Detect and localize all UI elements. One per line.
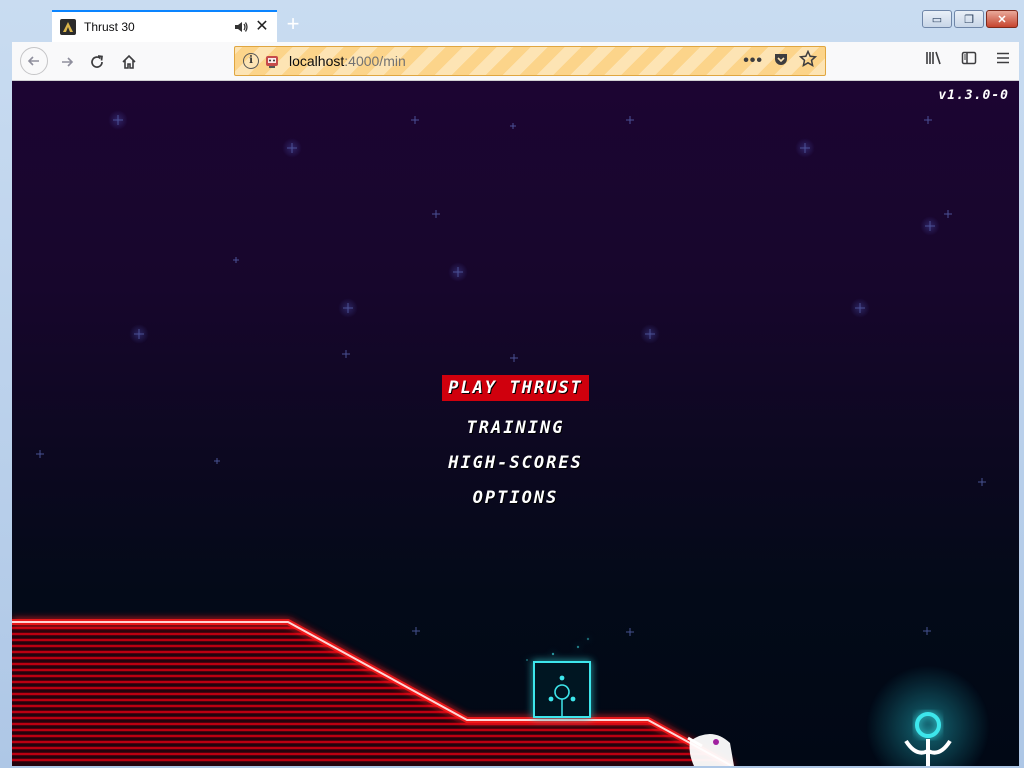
star — [338, 298, 358, 318]
star — [626, 116, 634, 124]
restore-button[interactable]: ❐ — [954, 10, 984, 28]
back-icon[interactable] — [20, 47, 48, 75]
star — [510, 354, 518, 362]
close-window-button[interactable]: ✕ — [986, 10, 1018, 28]
star — [850, 298, 870, 318]
url-bar[interactable]: i localhost :4000/min ••• — [234, 46, 826, 76]
tab-close-icon[interactable]: ✕ — [255, 19, 269, 35]
url-path: :4000/min — [344, 53, 406, 69]
menu-item-training[interactable]: TRAINING — [467, 410, 565, 445]
star — [944, 210, 952, 218]
pod-pedestal — [526, 637, 591, 718]
version-label: v1.3.0-0 — [938, 88, 1009, 103]
main-menu: PLAY THRUST TRAINING HIGH-SCORES OPTIONS — [12, 373, 1019, 515]
sidebar-icon[interactable] — [961, 50, 977, 71]
reload-icon[interactable] — [84, 49, 110, 75]
star — [626, 628, 634, 636]
star — [233, 257, 239, 263]
window-controls: ▭ ❐ ✕ — [922, 10, 1018, 28]
star — [432, 210, 440, 218]
terrain — [12, 619, 734, 766]
navigation-bar: i localhost :4000/min ••• — [12, 42, 1019, 81]
game-canvas[interactable]: v1.3.0-0 PLAY THRUST TRAINING HIGH-SCORE… — [12, 81, 1019, 766]
star — [923, 627, 931, 635]
star — [411, 116, 419, 124]
info-icon[interactable]: i — [243, 53, 259, 69]
star — [448, 262, 468, 282]
star — [282, 138, 302, 158]
library-icon[interactable] — [925, 50, 943, 71]
star — [795, 138, 815, 158]
gun-turret — [687, 733, 734, 766]
star — [640, 324, 660, 344]
browser-window: Thrust 30 ✕ + ▭ ❐ ✕ i localhost:4000/mi… — [0, 0, 1024, 768]
new-tab-button[interactable]: + — [283, 13, 303, 35]
remote-control-robot-icon[interactable] — [263, 53, 281, 69]
minimize-button[interactable]: ▭ — [922, 10, 952, 28]
menu-item-options[interactable]: OPTIONS — [473, 480, 559, 515]
bookmark-star-icon[interactable] — [798, 49, 818, 73]
thrust-favicon-icon — [60, 19, 76, 35]
menu-icon[interactable] — [995, 50, 1011, 71]
tab-title: Thrust 30 — [84, 20, 135, 34]
menu-item-play-thrust[interactable]: PLAY THRUST — [442, 375, 589, 401]
star — [412, 627, 420, 635]
url-host: localhost — [289, 53, 345, 69]
title-bar: Thrust 30 ✕ + ▭ ❐ ✕ — [0, 0, 1024, 42]
fuel-beacon — [866, 665, 990, 766]
forward-icon[interactable] — [54, 49, 80, 75]
menu-item-high-scores[interactable]: HIGH-SCORES — [448, 445, 583, 480]
star — [108, 110, 128, 130]
star — [342, 350, 350, 358]
star — [510, 123, 516, 129]
pocket-icon[interactable] — [773, 51, 789, 72]
star — [924, 116, 932, 124]
home-icon[interactable] — [116, 49, 142, 75]
speaker-icon[interactable] — [233, 19, 249, 35]
star — [129, 324, 149, 344]
tab-thrust[interactable]: Thrust 30 ✕ — [52, 10, 277, 42]
page-actions-icon[interactable]: ••• — [743, 52, 763, 70]
star — [920, 216, 940, 236]
